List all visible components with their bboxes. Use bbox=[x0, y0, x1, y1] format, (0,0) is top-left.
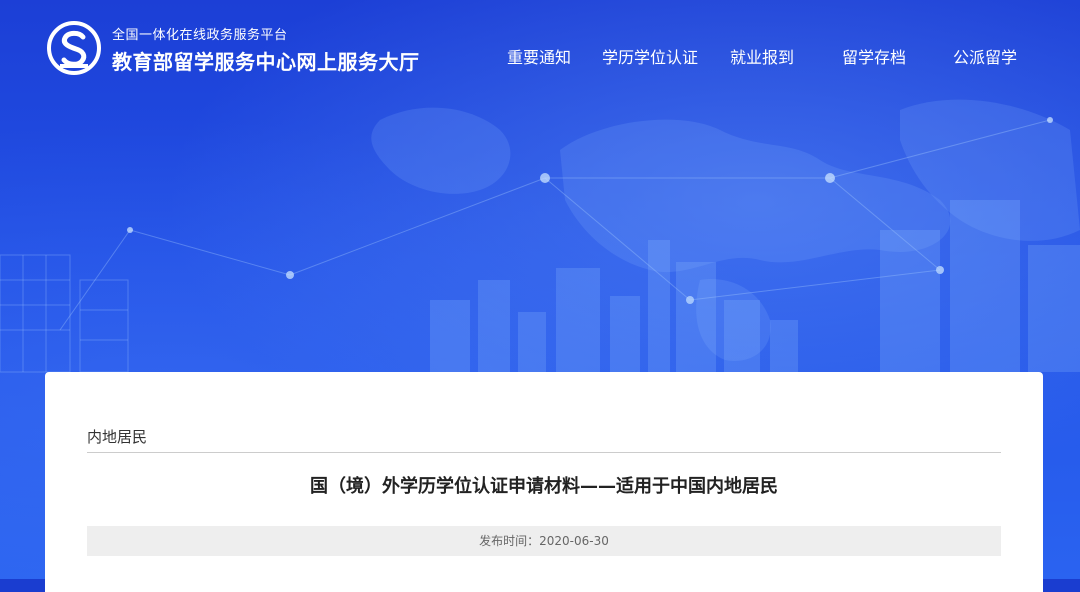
nav-item-employment-registration[interactable]: 就业报到 bbox=[730, 44, 794, 68]
nav-item-government-sponsored-study[interactable]: 公派留学 bbox=[953, 44, 1017, 68]
article-title: 国（境）外学历学位认证申请材料——适用于中国内地居民 bbox=[310, 476, 778, 497]
nav-item-important-notices[interactable]: 重要通知 bbox=[507, 44, 571, 68]
breadcrumb-divider bbox=[87, 452, 1001, 453]
nav-item-degree-verification[interactable]: 学历学位认证 bbox=[602, 44, 698, 68]
publish-label: 发布时间： bbox=[479, 534, 540, 548]
main-nav: 重要通知 学历学位认证 就业报到 留学存档 公派留学 bbox=[0, 44, 1080, 68]
publish-date: 2020-06-30 bbox=[539, 534, 609, 548]
breadcrumb[interactable]: 内地居民 bbox=[87, 426, 147, 447]
article-card: 内地居民 国（境）外学历学位认证申请材料——适用于中国内地居民 发布时间：202… bbox=[45, 372, 1043, 592]
nav-item-study-abroad-archive[interactable]: 留学存档 bbox=[842, 44, 906, 68]
publish-meta-bar: 发布时间：2020-06-30 bbox=[87, 526, 1001, 556]
platform-subtitle: 全国一体化在线政务服务平台 bbox=[112, 28, 288, 43]
